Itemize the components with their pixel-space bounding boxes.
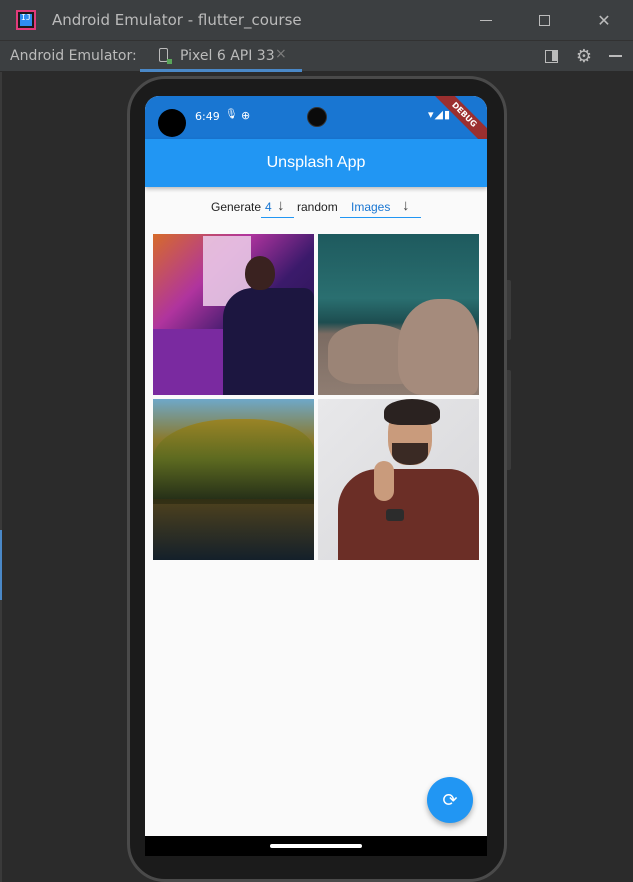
power-button[interactable] [507,280,511,340]
count-value: 4 [265,200,272,214]
random-label: random [297,200,338,214]
image-detail [153,419,314,499]
image-detail [153,504,314,560]
tab-device[interactable]: Pixel 6 API 33 × [140,41,302,72]
volume-button[interactable] [507,370,511,470]
maximize-icon [538,14,550,26]
type-dropdown[interactable]: Images ↓ [340,196,421,218]
count-dropdown[interactable]: 4 ↓ [261,196,294,218]
front-camera [307,107,327,127]
signal-battery-icons: ▾◢▮ [428,108,452,121]
camera-cutout [158,109,186,137]
close-icon: ✕ [597,10,611,30]
phone-screen: 6:49 🎙 ⊕ ▾◢▮ DEBUG Unsplash App Generate… [145,96,487,856]
close-button[interactable]: ✕ [592,8,616,32]
microphone-icon: 🎙 [225,109,238,120]
image-tile-man-in-turtleneck[interactable] [318,399,479,560]
page-title: Unsplash App [266,154,366,171]
toolbar-label: Android Emulator: [10,48,137,64]
image-detail [392,443,428,465]
type-value: Images [351,200,391,214]
image-detail [223,288,314,395]
app-bar: Unsplash App [145,139,487,187]
phone-device-icon [159,48,172,64]
tab-close-icon[interactable]: × [275,46,287,62]
gear-icon: ⚙ [575,45,593,67]
status-bar: 6:49 🎙 ⊕ ▾◢▮ DEBUG [145,96,487,152]
home-gesture-handle[interactable] [270,844,362,848]
panel-layout-icon [544,49,558,63]
intellij-app-icon: IJ [16,10,36,30]
hide-panel-button[interactable] [606,47,624,65]
window-title: Android Emulator - flutter_course [52,11,302,29]
image-tile-forest-lake[interactable] [153,399,314,560]
image-tile-man-at-neon-bar[interactable] [153,234,314,395]
generate-label: Generate [211,200,262,214]
navigation-bar [145,836,487,856]
minimize-panel-icon [608,55,622,57]
window-title-bar: IJ Android Emulator - flutter_course ✕ [0,0,633,40]
tab-active-indicator [140,69,302,72]
minimize-icon [480,19,492,21]
image-detail [374,461,394,501]
image-detail [384,399,440,425]
image-detail [386,509,404,521]
image-detail [338,469,479,560]
refresh-button[interactable]: ⟳ [427,777,473,823]
settings-button[interactable]: ⚙ [575,45,593,67]
sidebar-divider [0,72,2,882]
layout-toggle-button[interactable] [542,47,560,65]
emulator-toolbar: Android Emulator: Pixel 6 API 33 × ⚙ [0,40,633,72]
image-grid [153,234,479,560]
maximize-button[interactable] [532,8,556,32]
status-time: 6:49 [195,110,220,123]
image-detail [398,299,478,395]
image-detail [245,256,275,290]
arrow-down-icon: ↓ [277,197,285,214]
refresh-icon: ⟳ [442,789,458,811]
generate-controls: Generate 4 ↓ random Images ↓ [145,196,487,220]
sidebar-indicator [0,530,2,600]
minimize-button[interactable] [474,8,498,32]
image-tile-rocky-coast-sea[interactable] [318,234,479,395]
location-target-icon: ⊕ [241,109,251,122]
tab-device-label: Pixel 6 API 33 [180,48,275,64]
arrow-down-icon: ↓ [402,197,410,214]
